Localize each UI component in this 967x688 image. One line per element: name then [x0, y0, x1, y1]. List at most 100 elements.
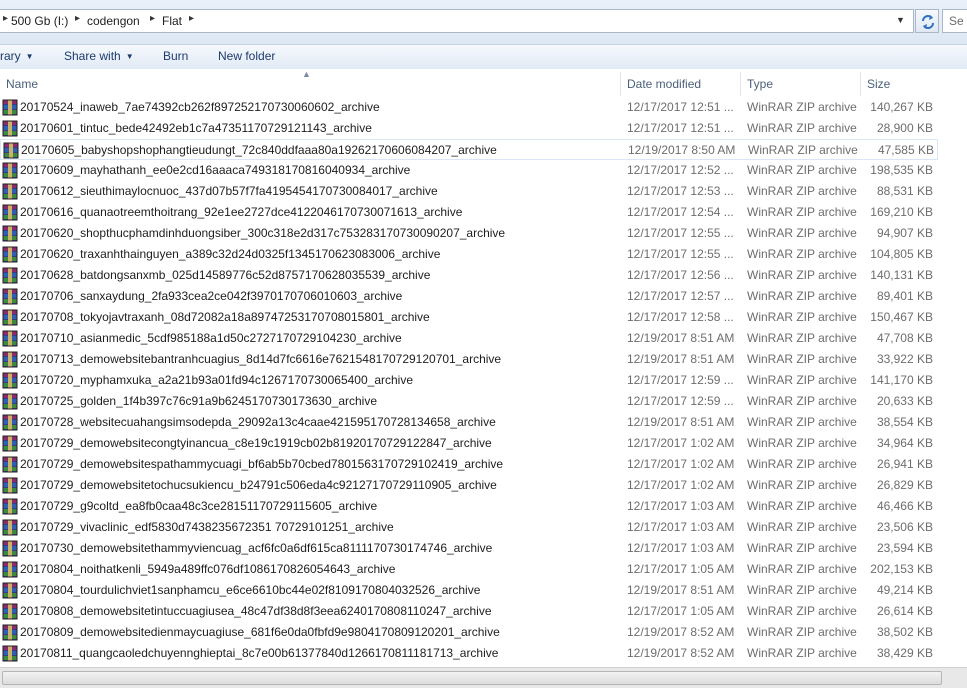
winrar-archive-icon — [2, 351, 18, 368]
file-row[interactable]: 20170720_myphamxuka_a2a21b93a01fd94c1267… — [0, 370, 938, 391]
file-row[interactable]: 20170725_golden_1f4b397c76c91a9b62451707… — [0, 391, 938, 412]
file-size: 150,467 KB — [870, 310, 933, 324]
file-row[interactable]: 20170729_demowebsitetochucsukiencu_b2479… — [0, 475, 938, 496]
file-type: WinRAR ZIP archive — [747, 583, 857, 597]
file-row[interactable]: 20170708_tokyojavtraxanh_08d72082a18a897… — [0, 307, 938, 328]
breadcrumb-separator-icon[interactable]: ▸ — [189, 13, 194, 24]
file-type: WinRAR ZIP archive — [747, 352, 857, 366]
search-input[interactable]: Se — [942, 9, 967, 33]
breadcrumb-separator-icon[interactable]: ▸ — [75, 13, 80, 24]
file-size: 198,535 KB — [870, 163, 933, 177]
column-header-name[interactable]: Name — [0, 72, 621, 96]
file-row[interactable]: 20170804_noithatkenli_5949a489ffc076df10… — [0, 559, 938, 580]
file-row[interactable]: 20170620_traxanhthainguyen_a389c32d24d03… — [0, 244, 938, 265]
file-name: 20170809_demowebsitedienmaycuagiuse_681f… — [20, 625, 500, 639]
file-type: WinRAR ZIP archive — [747, 604, 857, 618]
file-row[interactable]: 20170811_quangcaoledchuyennghieptai_8c7e… — [0, 643, 938, 664]
column-type-label: Type — [747, 77, 774, 91]
breadcrumb-separator-icon[interactable]: ▸ — [3, 13, 8, 24]
file-row[interactable]: 20170616_quanaotreemthoitrang_92e1ee2727… — [0, 202, 938, 223]
file-type: WinRAR ZIP archive — [747, 184, 857, 198]
chevron-down-icon: ▼ — [125, 52, 134, 61]
file-date-modified: 12/17/2017 12:59 ... — [627, 373, 734, 387]
file-date-modified: 12/17/2017 12:58 ... — [627, 310, 734, 324]
winrar-archive-icon — [2, 393, 18, 410]
file-row[interactable]: 20170612_sieuthimaylocnuoc_437d07b57f7fa… — [0, 181, 938, 202]
column-name-label: Name — [6, 77, 39, 91]
winrar-archive-icon — [2, 456, 18, 473]
breadcrumb-separator-icon[interactable]: ▸ — [150, 13, 155, 24]
winrar-archive-icon — [3, 142, 19, 159]
file-type: WinRAR ZIP archive — [747, 415, 857, 429]
breadcrumb-flat[interactable]: Flat — [162, 14, 182, 28]
file-size: 38,554 KB — [876, 415, 933, 429]
file-size: 141,170 KB — [870, 373, 933, 387]
file-row[interactable]: 20170609_mayhathanh_ee0e2cd16aaaca749318… — [0, 160, 938, 181]
file-row[interactable]: 20170729_demowebsitespathammycuagi_bf6ab… — [0, 454, 938, 475]
column-header-type[interactable]: Type — [741, 72, 861, 96]
file-size: 140,267 KB — [870, 100, 933, 114]
file-type: WinRAR ZIP archive — [747, 541, 857, 555]
file-date-modified: 12/19/2017 8:52 AM — [627, 625, 735, 639]
file-size: 34,964 KB — [876, 436, 933, 450]
address-bar[interactable]: ▸ 500 Gb (I:) ▸ codengon ▸ Flat ▸ ▼ — [0, 9, 914, 33]
file-row[interactable]: 20170605_babyshopshophangtieudungt_72c84… — [0, 139, 938, 160]
new-folder-button[interactable]: New folder — [218, 49, 275, 63]
file-size: 202,153 KB — [870, 562, 933, 576]
file-type: WinRAR ZIP archive — [747, 436, 857, 450]
burn-button[interactable]: Burn — [163, 49, 188, 63]
file-size: 94,907 KB — [876, 226, 933, 240]
file-date-modified: 12/17/2017 1:02 AM — [627, 478, 735, 492]
winrar-archive-icon — [2, 225, 18, 242]
library-label: rary — [0, 49, 21, 63]
winrar-archive-icon — [2, 330, 18, 347]
file-row[interactable]: 20170706_sanxaydung_2fa933cea2ce042f3970… — [0, 286, 938, 307]
file-row[interactable]: 20170729_g9coltd_ea8fb0caa48c3ce28151170… — [0, 496, 938, 517]
file-row[interactable]: 20170728_websitecuahangsimsodepda_29092a… — [0, 412, 938, 433]
file-type: WinRAR ZIP archive — [747, 100, 857, 114]
breadcrumb-codengon[interactable]: codengon — [87, 14, 140, 28]
scrollbar-thumb[interactable] — [2, 671, 942, 685]
file-size: 26,941 KB — [876, 457, 933, 471]
file-row[interactable]: 20170601_tintuc_bede42492eb1c7a473511707… — [0, 118, 938, 139]
file-name: 20170620_shopthucphamdinhduongsiber_300c… — [20, 226, 506, 240]
file-type: WinRAR ZIP archive — [747, 625, 857, 639]
file-date-modified: 12/17/2017 12:55 ... — [627, 226, 734, 240]
file-row[interactable]: 20170710_asianmedic_5cdf985188a1d50c2727… — [0, 328, 938, 349]
file-type: WinRAR ZIP archive — [747, 478, 857, 492]
file-size: 46,466 KB — [876, 499, 933, 513]
file-type: WinRAR ZIP archive — [747, 394, 857, 408]
winrar-archive-icon — [2, 540, 18, 557]
file-type: WinRAR ZIP archive — [747, 310, 857, 324]
file-date-modified: 12/19/2017 8:51 AM — [627, 583, 735, 597]
file-row[interactable]: 20170524_inaweb_7ae74392cb262f8972521707… — [0, 97, 938, 118]
file-type: WinRAR ZIP archive — [747, 226, 857, 240]
file-name: 20170612_sieuthimaylocnuoc_437d07b57f7fa… — [20, 184, 438, 198]
column-header-date[interactable]: Date modified — [621, 72, 741, 96]
file-row[interactable]: 20170809_demowebsitedienmaycuagiuse_681f… — [0, 622, 938, 643]
file-row[interactable]: 20170628_batdongsanxmb_025d14589776c52d8… — [0, 265, 938, 286]
file-row[interactable]: 20170808_demowebsitetintuccuagiusea_48c4… — [0, 601, 938, 622]
file-row[interactable]: 20170804_tourdulichviet1sanphamcu_e6ce66… — [0, 580, 938, 601]
file-row[interactable]: 20170713_demowebsitebantranhcuagius_8d14… — [0, 349, 938, 370]
file-row[interactable]: 20170729_vivaclinic_edf5830d743823567235… — [0, 517, 938, 538]
file-row[interactable]: 20170730_demowebsitethammyviencuag_acf6f… — [0, 538, 938, 559]
file-type: WinRAR ZIP archive — [747, 205, 857, 219]
horizontal-scrollbar[interactable] — [0, 667, 967, 688]
breadcrumb-drive[interactable]: 500 Gb (I:) — [11, 14, 68, 28]
column-header-size[interactable]: Size — [861, 72, 967, 96]
address-dropdown-icon[interactable]: ▼ — [896, 15, 905, 25]
include-in-library-button[interactable]: rary ▼ — [0, 49, 34, 63]
file-date-modified: 12/17/2017 12:52 ... — [627, 163, 734, 177]
share-with-button[interactable]: Share with ▼ — [64, 49, 134, 63]
file-type: WinRAR ZIP archive — [747, 247, 857, 261]
refresh-button[interactable] — [915, 9, 939, 33]
file-list: 20170524_inaweb_7ae74392cb262f8972521707… — [0, 97, 967, 664]
file-name: 20170713_demowebsitebantranhcuagius_8d14… — [20, 352, 502, 366]
file-row[interactable]: 20170729_demowebsitecongtyinancua_c8e19c… — [0, 433, 938, 454]
file-row[interactable]: 20170620_shopthucphamdinhduongsiber_300c… — [0, 223, 938, 244]
file-date-modified: 12/17/2017 12:51 ... — [627, 100, 734, 114]
winrar-archive-icon — [2, 645, 18, 662]
file-name: 20170609_mayhathanh_ee0e2cd16aaaca749318… — [20, 163, 411, 177]
file-date-modified: 12/17/2017 12:54 ... — [627, 205, 734, 219]
